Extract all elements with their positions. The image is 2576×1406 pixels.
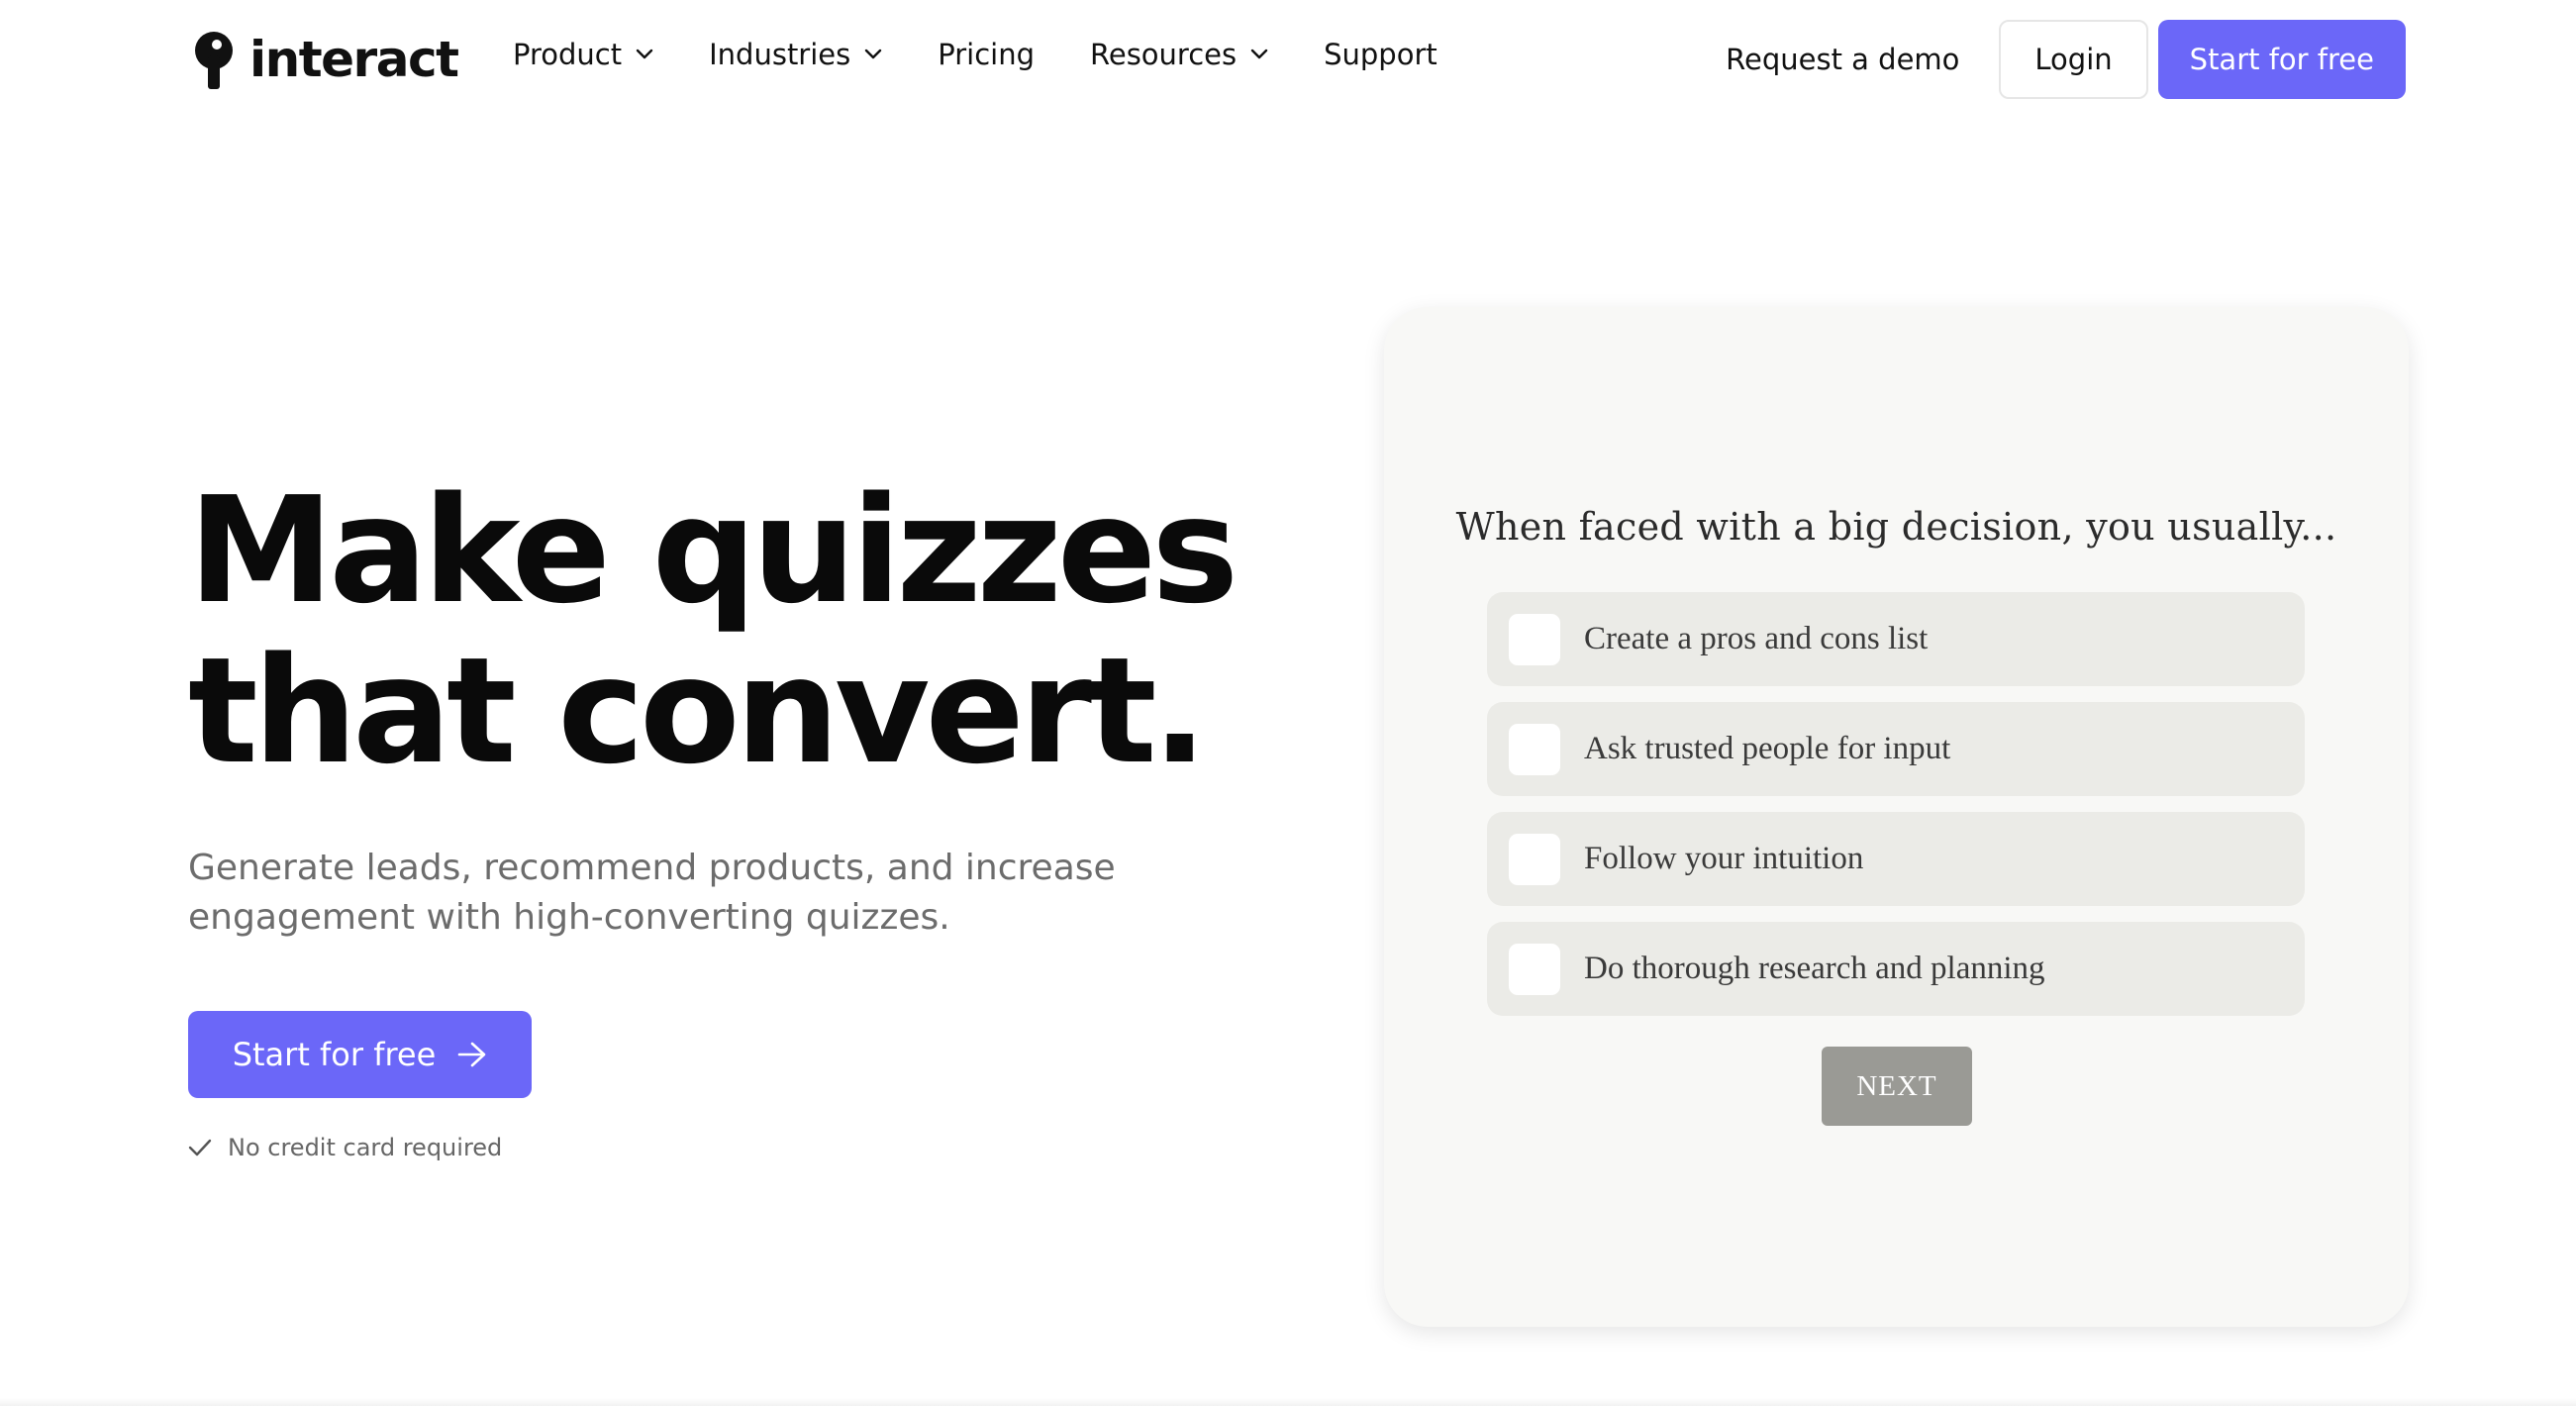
login-button[interactable]: Login: [1999, 20, 2148, 99]
headline-line-2: that convert.: [188, 626, 1208, 796]
section-divider: [0, 1398, 2576, 1406]
nav-item-label: Industries: [709, 38, 851, 71]
chevron-down-icon: [865, 49, 882, 59]
nav-item-product[interactable]: Product: [513, 38, 653, 71]
top-navigation: interact Product Industries Pricing Reso…: [0, 0, 2576, 119]
hero-subheading: Generate leads, recommend products, and …: [188, 848, 1116, 938]
nav-item-support[interactable]: Support: [1324, 38, 1437, 71]
brand-logo[interactable]: interact: [188, 28, 459, 91]
quiz-next-button[interactable]: NEXT: [1822, 1047, 1972, 1126]
quiz-option-2[interactable]: Ask trusted people for input: [1487, 702, 2305, 796]
chevron-down-icon: [636, 49, 653, 59]
interact-logo-icon: [195, 32, 233, 89]
nav-item-label: Pricing: [938, 38, 1035, 71]
quiz-preview-card: When faced with a big decision, you usua…: [1384, 307, 2409, 1327]
chevron-down-icon: [1250, 49, 1268, 59]
option-label: Create a pros and cons list: [1584, 621, 1929, 656]
start-free-nav-button[interactable]: Start for free: [2157, 20, 2406, 99]
option-label: Do thorough research and planning: [1584, 951, 2045, 986]
quiz-option-3[interactable]: Follow your intuition: [1487, 812, 2305, 906]
arrow-right-icon: [457, 1042, 486, 1067]
option-label: Ask trusted people for input: [1584, 731, 1951, 766]
nav-actions: Request a demo Login Start for free: [1726, 20, 2406, 99]
quiz-option-1[interactable]: Create a pros and cons list: [1487, 592, 2305, 686]
nav-item-label: Support: [1324, 38, 1437, 71]
quiz-options: Create a pros and cons list Ask trusted …: [1487, 592, 2305, 1032]
no-credit-card-note: No credit card required: [188, 1134, 502, 1161]
nav-item-label: Product: [513, 38, 623, 71]
note-text: No credit card required: [228, 1134, 503, 1161]
nav-item-industries[interactable]: Industries: [709, 38, 882, 71]
hero-headline: Make quizzes that convert.: [188, 465, 1238, 796]
start-free-hero-button[interactable]: Start for free: [188, 1011, 532, 1098]
nav-item-pricing[interactable]: Pricing: [938, 38, 1035, 71]
brand-name: interact: [249, 31, 459, 88]
quiz-option-4[interactable]: Do thorough research and planning: [1487, 922, 2305, 1016]
option-checkbox[interactable]: [1509, 833, 1560, 885]
nav-item-resources[interactable]: Resources: [1090, 38, 1268, 71]
option-label: Follow your intuition: [1584, 841, 1864, 876]
option-checkbox[interactable]: [1509, 723, 1560, 775]
cta-label: Start for free: [232, 1036, 437, 1073]
option-checkbox[interactable]: [1509, 943, 1560, 995]
request-demo-link[interactable]: Request a demo: [1726, 43, 1959, 76]
headline-line-1: Make quizzes: [188, 465, 1238, 636]
quiz-question: When faced with a big decision, you usua…: [1455, 505, 2337, 549]
nav-item-label: Resources: [1090, 38, 1238, 71]
main-menu: Product Industries Pricing Resources Sup…: [513, 38, 1437, 71]
check-icon: [188, 1139, 212, 1156]
option-checkbox[interactable]: [1509, 613, 1560, 665]
